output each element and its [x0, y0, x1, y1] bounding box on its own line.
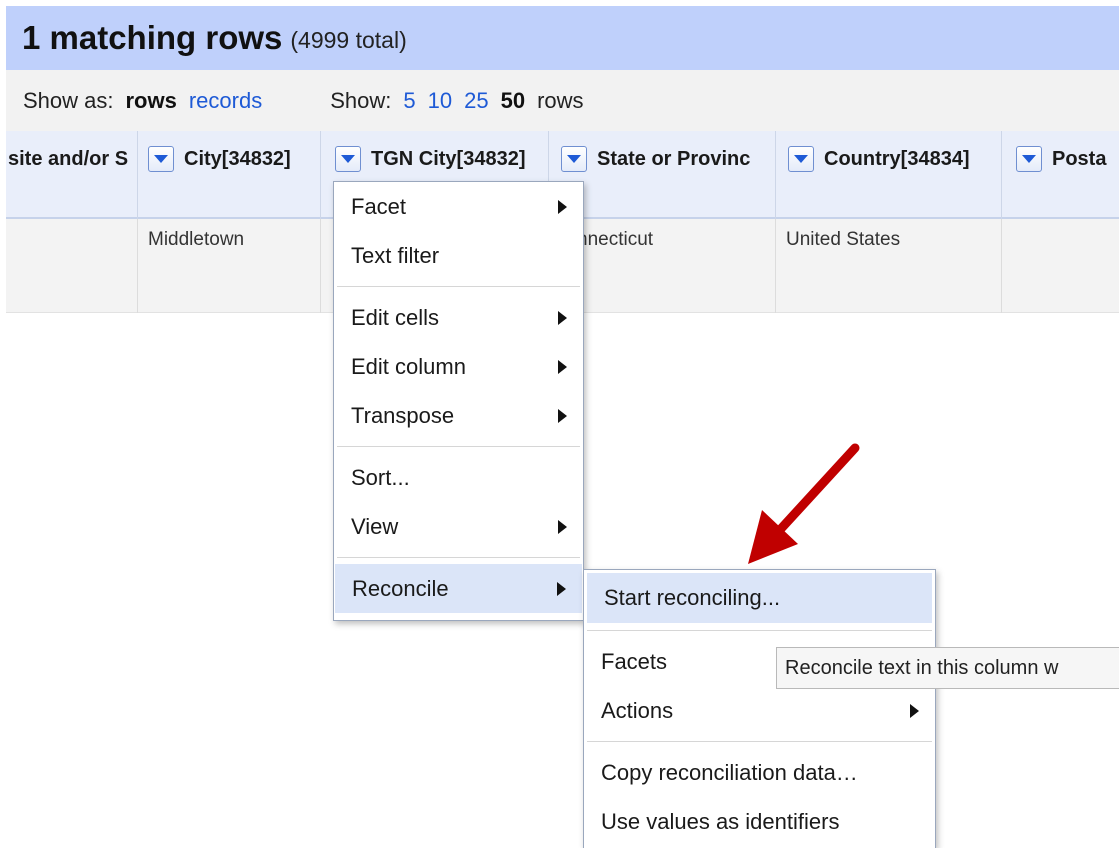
column-dropdown-icon[interactable] [148, 146, 174, 172]
column-dropdown-icon[interactable] [788, 146, 814, 172]
menu-item-label: Use values as identifiers [601, 808, 840, 834]
show-50-current: 50 [500, 87, 526, 113]
submenu-arrow-icon [558, 360, 567, 374]
submenu-arrow-icon [910, 704, 919, 718]
table-cell[interactable] [6, 219, 138, 313]
view-options-bar: Show as: rows records Show: 5 10 25 50 r… [6, 70, 1119, 131]
red-arrow-icon [748, 443, 860, 564]
menu-item-label: Copy reconciliation data… [601, 759, 858, 785]
column-header-city[interactable]: City[34832] [138, 131, 321, 219]
tooltip-text: Reconcile text in this column w [785, 656, 1059, 679]
results-header: 1 matching rows (4999 total) [6, 6, 1119, 70]
submenu-arrow-icon [558, 520, 567, 534]
column-header-site[interactable]: site and/or S [6, 131, 138, 219]
table-cell-postal[interactable] [1002, 219, 1119, 313]
tooltip: Reconcile text in this column w [776, 647, 1119, 689]
menu-item-edit-column[interactable]: Edit column [334, 342, 583, 391]
show-as-records-link[interactable]: records [189, 88, 262, 114]
table-cell-city[interactable]: Middletown [138, 219, 321, 313]
menu-item-label: Facet [351, 193, 407, 219]
menu-divider [337, 286, 580, 287]
column-header-label: site and/or S [8, 148, 129, 170]
menu-item-use-values-as-identifiers[interactable]: Use values as identifiers [584, 797, 935, 846]
column-dropdown-icon[interactable] [335, 146, 361, 172]
show-rows-suffix: rows [537, 87, 584, 113]
menu-item-transpose[interactable]: Transpose [334, 391, 583, 440]
menu-divider [337, 446, 580, 447]
menu-item-label: Edit cells [351, 304, 440, 330]
column-header-label: TGN City[34832] [371, 148, 526, 170]
menu-divider [587, 741, 932, 742]
show-5-link[interactable]: 5 [403, 88, 415, 114]
show-count-label: Show: [330, 87, 392, 113]
menu-item-view[interactable]: View [334, 502, 583, 551]
column-context-menu: Facet Text filter Edit cells Edit column… [333, 181, 584, 621]
menu-item-label: Transpose [351, 402, 455, 428]
submenu-arrow-icon [558, 200, 567, 214]
menu-item-edit-cells[interactable]: Edit cells [334, 293, 583, 342]
column-header-label: Country[34834] [824, 148, 970, 170]
menu-item-reconcile[interactable]: Reconcile [335, 564, 582, 613]
column-header-postal[interactable]: Posta [1002, 131, 1119, 219]
show-as-rows-current: rows [125, 87, 177, 113]
column-dropdown-icon[interactable] [1016, 146, 1042, 172]
column-dropdown-icon[interactable] [561, 146, 587, 172]
menu-item-copy-reconciliation-data[interactable]: Copy reconciliation data… [584, 748, 935, 797]
menu-divider [337, 557, 580, 558]
column-header-label: Posta [1052, 148, 1107, 170]
column-header-country[interactable]: Country[34834] [776, 131, 1002, 219]
menu-item-label: Text filter [351, 242, 440, 268]
menu-item-text-filter[interactable]: Text filter [334, 231, 583, 280]
menu-item-label: Reconcile [352, 575, 449, 601]
menu-item-label: Edit column [351, 353, 466, 379]
menu-divider [587, 630, 932, 631]
table-cell-country[interactable]: United States [776, 219, 1002, 313]
menu-item-label: Facets [601, 648, 668, 674]
column-header-label: State or Provinc [597, 148, 751, 170]
column-header-label: City[34832] [184, 148, 291, 170]
menu-item-label: Actions [601, 697, 674, 723]
submenu-arrow-icon [558, 311, 567, 325]
reconcile-submenu: Start reconciling... Facets Actions Copy… [583, 569, 936, 848]
submenu-arrow-icon [558, 409, 567, 423]
total-rows-count: (4999 total) [290, 27, 407, 53]
menu-item-label: Sort... [351, 464, 410, 490]
menu-item-facet[interactable]: Facet [334, 182, 583, 231]
show-10-link[interactable]: 10 [428, 88, 452, 114]
menu-item-label: Start reconciling... [604, 585, 781, 610]
matching-rows-count: 1 matching rows [22, 19, 283, 56]
show-25-link[interactable]: 25 [464, 88, 488, 114]
menu-item-sort[interactable]: Sort... [334, 453, 583, 502]
menu-item-label: View [351, 513, 399, 539]
show-as-label: Show as: [23, 87, 114, 113]
submenu-arrow-icon [557, 582, 566, 596]
menu-item-start-reconciling[interactable]: Start reconciling... [587, 573, 932, 623]
menu-item-actions[interactable]: Actions [584, 686, 935, 735]
